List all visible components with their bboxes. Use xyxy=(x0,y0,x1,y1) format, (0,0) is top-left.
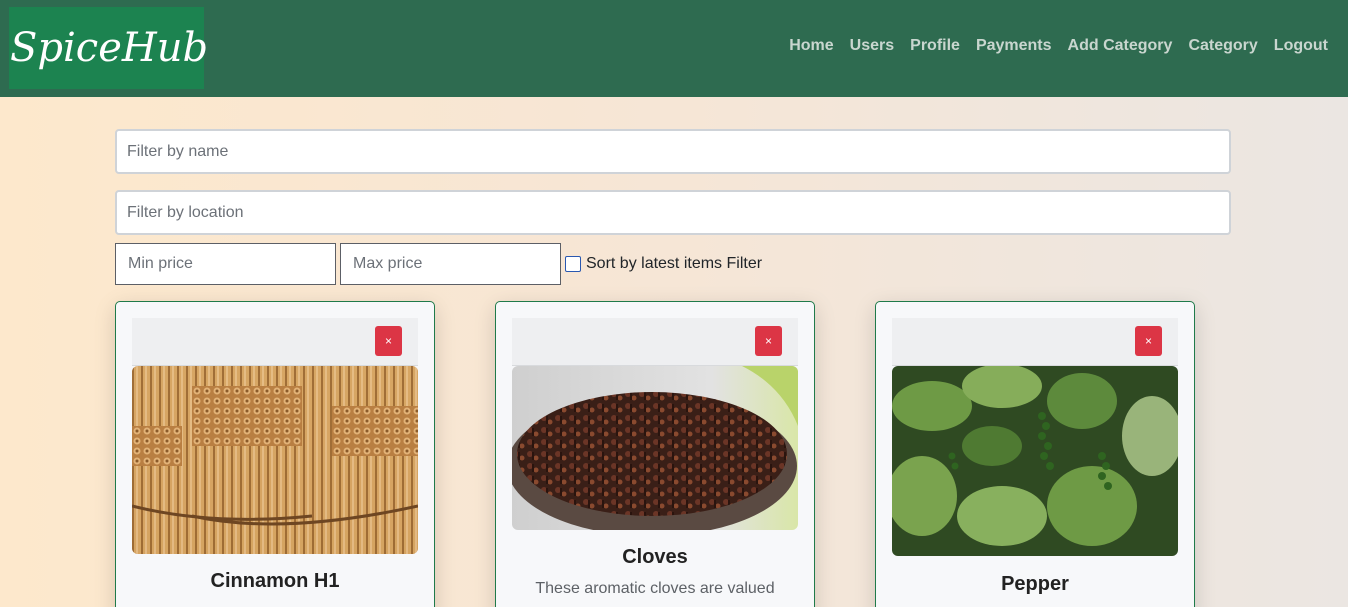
product-description: These aromatic cloves are valued xyxy=(535,580,775,597)
sort-latest-control: Sort by latest items Filter xyxy=(565,255,762,273)
name-filter-input[interactable] xyxy=(115,129,1231,174)
product-image-cloves xyxy=(512,366,798,530)
nav-payments-link[interactable]: Payments xyxy=(976,37,1052,55)
nav-home-link[interactable]: Home xyxy=(789,37,833,55)
product-card-pepper[interactable]: × Pepper xyxy=(875,301,1195,607)
nav-category-link[interactable]: Category xyxy=(1188,37,1257,55)
product-name: Cinnamon H1 xyxy=(210,570,340,592)
min-price-input[interactable] xyxy=(115,243,336,285)
nav-logout-link[interactable]: Logout xyxy=(1274,37,1328,55)
product-image-pepper xyxy=(892,366,1178,556)
card-header: × xyxy=(892,318,1178,366)
delete-button[interactable]: × xyxy=(755,326,782,356)
top-navbar: SpiceHub Home Users Profile Payments Add… xyxy=(0,0,1348,97)
product-name: Cloves xyxy=(622,546,688,568)
product-name: Pepper xyxy=(1001,573,1069,595)
delete-button[interactable]: × xyxy=(375,326,402,356)
nav-users-link[interactable]: Users xyxy=(850,37,894,55)
product-card-cinnamon[interactable]: × Cinnamon H1 xyxy=(115,301,435,607)
max-price-input[interactable] xyxy=(340,243,561,285)
product-card-cloves[interactable]: × Cloves These aromatic cloves are value… xyxy=(495,301,815,607)
product-image-cinnamon xyxy=(132,366,418,554)
nav-links: Home Users Profile Payments Add Category… xyxy=(789,37,1328,55)
nav-profile-link[interactable]: Profile xyxy=(910,37,960,55)
location-filter-input[interactable] xyxy=(115,190,1231,235)
brand-logo[interactable]: SpiceHub xyxy=(9,7,208,89)
delete-button[interactable]: × xyxy=(1135,326,1162,356)
card-header: × xyxy=(512,318,798,366)
sort-latest-label[interactable]: Sort by latest items Filter xyxy=(586,255,762,273)
sort-latest-checkbox[interactable] xyxy=(565,256,581,272)
card-header: × xyxy=(132,318,418,366)
nav-add-category-link[interactable]: Add Category xyxy=(1068,37,1173,55)
